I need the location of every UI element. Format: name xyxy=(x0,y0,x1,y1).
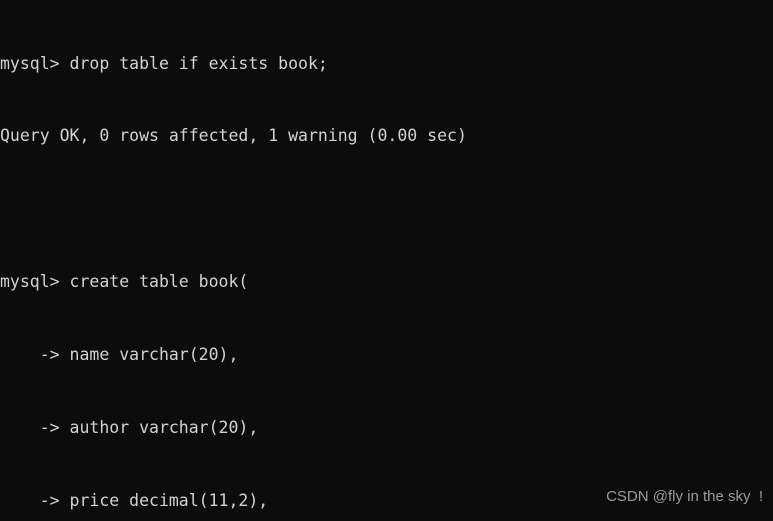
terminal-line-drop-result: Query OK, 0 rows affected, 1 warning (0.… xyxy=(0,126,467,146)
terminal-line-create-col-name: -> name varchar(20), xyxy=(0,345,239,365)
terminal-line-create-command: mysql> create table book( xyxy=(0,272,249,292)
terminal-window[interactable]: mysql> drop table if exists book; Query … xyxy=(0,0,773,521)
terminal-line-drop-command: mysql> drop table if exists book; xyxy=(0,53,328,73)
terminal-line-blank-1 xyxy=(0,197,576,221)
terminal-line-create-col-author: -> author varchar(20), xyxy=(0,418,259,438)
terminal-line-create-col-price: -> price decimal(11,2), xyxy=(0,490,269,510)
csdn-watermark: CSDN @fly in the sky ! xyxy=(606,488,763,505)
terminal-console-output[interactable]: mysql> drop table if exists book; Query … xyxy=(0,3,576,521)
